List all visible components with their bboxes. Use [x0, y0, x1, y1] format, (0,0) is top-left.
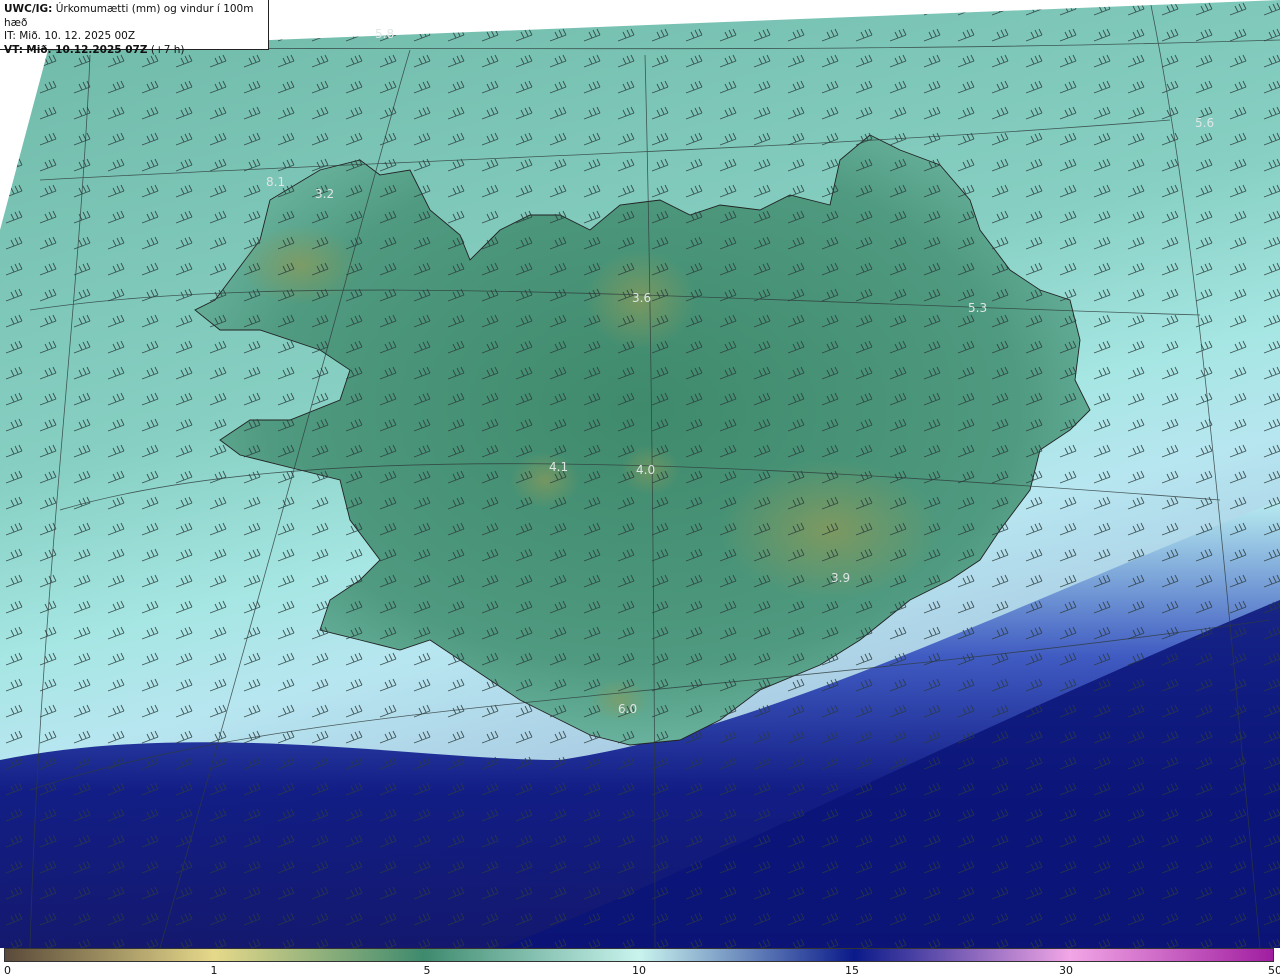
map-value-label: 4.0 — [636, 463, 655, 477]
title-line: UWC/IG: Úrkomumætti (mm) og vindur í 100… — [4, 3, 264, 30]
map-value-label: 3.2 — [315, 187, 334, 201]
map-value-label: 4.1 — [549, 460, 568, 474]
map-value-label: 6.0 — [618, 702, 637, 716]
init-time-line: IT: Mið. 10. 12. 2025 00Z — [4, 30, 264, 44]
map-value-label: 5.6 — [1195, 116, 1214, 130]
precipitation-wind-map: 5.8 5.6 8.1 3.2 3.6 5.3 4.1 4.0 3.9 6.0 — [0, 0, 1280, 948]
init-time-value: Mið. 10. 12. 2025 00Z — [19, 30, 136, 42]
init-time-label: IT: — [4, 30, 16, 42]
colorbar-strip — [4, 948, 1274, 962]
map-value-label: 5.3 — [968, 301, 987, 315]
map-value-label: 8.1 — [266, 175, 285, 189]
map-info-box: UWC/IG: Úrkomumætti (mm) og vindur í 100… — [0, 0, 269, 56]
colorbar-tick-10: 10 — [632, 964, 646, 977]
map-value-label: 5.8 — [375, 27, 394, 41]
model-label: UWC/IG: — [4, 3, 53, 15]
map-value-label: 3.6 — [632, 291, 651, 305]
valid-time-value: Mið. 10.12.2025 07Z — [26, 43, 148, 56]
map-value-label: 3.9 — [831, 571, 850, 585]
valid-time-label: VT: — [4, 43, 23, 56]
valid-time-line: VT: Mið. 10.12.2025 07Z (+7 h) — [4, 44, 264, 58]
colorbar-tick-0: 0 — [4, 964, 11, 977]
colorbar-tick-50: 50 — [1268, 964, 1280, 977]
colorbar-tick-1: 1 — [210, 964, 218, 977]
colorbar-tick-30: 30 — [1059, 964, 1073, 977]
precipitation-colorbar: 0 1 5 10 15 30 50 — [0, 948, 1280, 978]
colorbar-tick-5: 5 — [423, 964, 431, 977]
valid-time-offset: (+7 h) — [150, 43, 185, 56]
colorbar-tick-15: 15 — [845, 964, 859, 977]
